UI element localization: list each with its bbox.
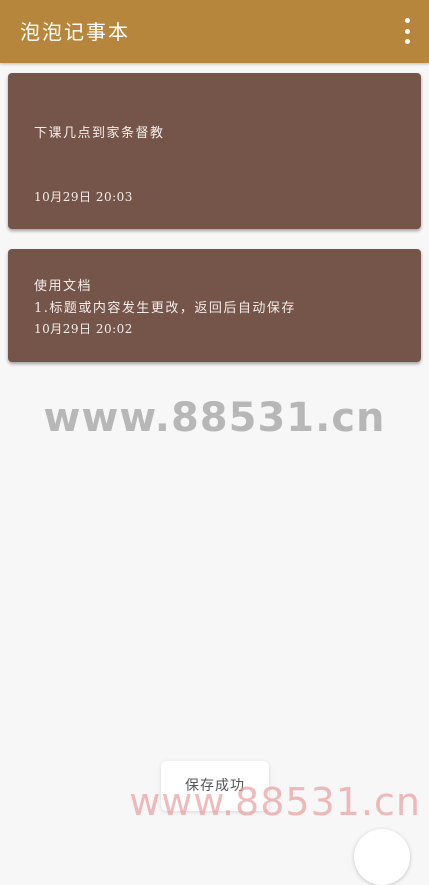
more-menu-button[interactable] [399,18,415,44]
toast-message: 保存成功 [161,761,269,811]
note-content: 使用文档 1.标题或内容发生更改，返回后自动保存 [34,279,296,316]
app-title: 泡泡记事本 [20,20,130,44]
more-vertical-icon-dot [404,28,410,34]
note-date: 10月29日 20:03 [34,190,133,204]
note-card[interactable]: 使用文档 1.标题或内容发生更改，返回后自动保存 10月29日 20:02 [8,249,421,362]
watermark-center: www.88531.cn [43,395,386,441]
app-bar: 泡泡记事本 [0,0,429,63]
note-card[interactable]: 下课几点到家条督教 10月29日 20:03 [8,73,421,229]
note-date: 10月29日 20:02 [34,322,133,336]
more-vertical-icon [404,18,410,23]
note-content: 下课几点到家条督教 [34,126,165,141]
add-note-button[interactable] [354,829,410,885]
more-vertical-icon-dot [404,39,410,44]
